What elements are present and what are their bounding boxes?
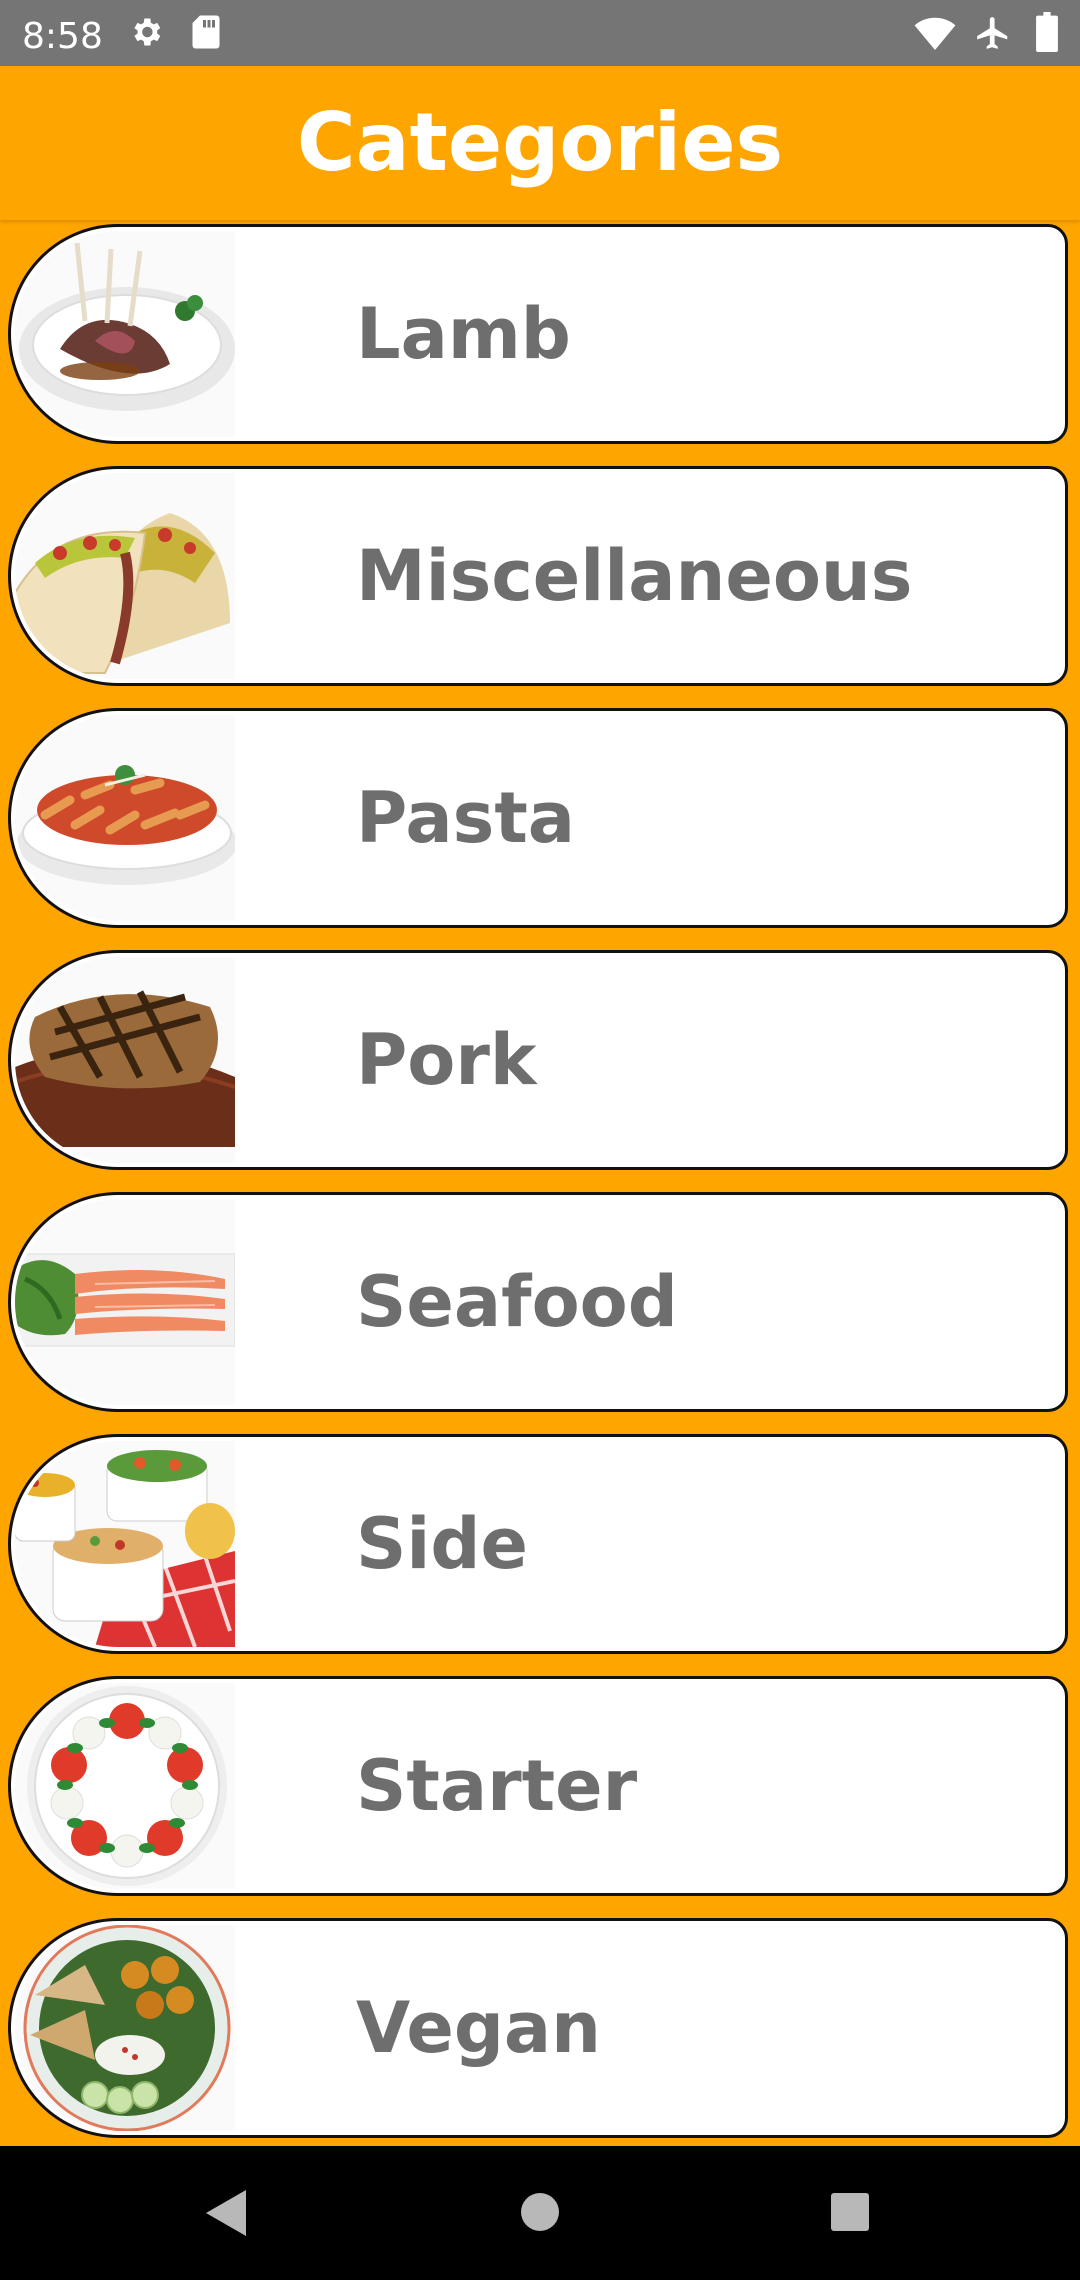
app-bar: Categories	[0, 66, 1080, 220]
category-label: Side	[356, 1503, 528, 1585]
sd-card-icon	[190, 14, 222, 55]
category-label: Miscellaneous	[356, 535, 913, 617]
caprese-salad-image	[15, 1683, 235, 1889]
airplane-icon	[974, 14, 1012, 57]
wifi-icon	[914, 16, 956, 55]
category-card-side[interactable]: Side	[8, 1434, 1068, 1654]
category-card-lamb[interactable]: Lamb	[8, 224, 1068, 444]
battery-icon	[1036, 12, 1058, 57]
gear-icon	[128, 14, 164, 55]
navigation-bar	[0, 2146, 1080, 2280]
penne-pasta-image	[15, 715, 235, 921]
category-label: Starter	[356, 1745, 638, 1827]
tacos-image	[15, 473, 235, 679]
category-label: Pork	[356, 1019, 537, 1101]
category-label: Seafood	[356, 1261, 678, 1343]
category-card-pork[interactable]: Pork	[8, 950, 1068, 1170]
category-label: Lamb	[356, 293, 571, 375]
smoked-salmon-image	[15, 1199, 235, 1405]
side-dishes-image	[15, 1441, 235, 1647]
page-title: Categories	[296, 96, 784, 189]
recents-icon[interactable]	[830, 2192, 870, 2237]
status-bar: 8:58	[0, 0, 1080, 66]
back-icon[interactable]	[200, 2186, 250, 2245]
category-label: Pasta	[356, 777, 576, 859]
category-card-starter[interactable]: Starter	[8, 1676, 1068, 1896]
category-card-vegan[interactable]: Vegan	[8, 1918, 1068, 2138]
pork-chop-image	[15, 957, 235, 1163]
category-card-miscellaneous[interactable]: Miscellaneous	[8, 466, 1068, 686]
home-icon[interactable]	[520, 2192, 560, 2237]
lamb-chops-image	[15, 231, 235, 437]
status-time: 8:58	[22, 16, 103, 57]
category-card-pasta[interactable]: Pasta	[8, 708, 1068, 928]
vegan-bowl-image	[15, 1925, 235, 2131]
category-card-seafood[interactable]: Seafood	[8, 1192, 1068, 1412]
category-label: Vegan	[356, 1987, 601, 2069]
